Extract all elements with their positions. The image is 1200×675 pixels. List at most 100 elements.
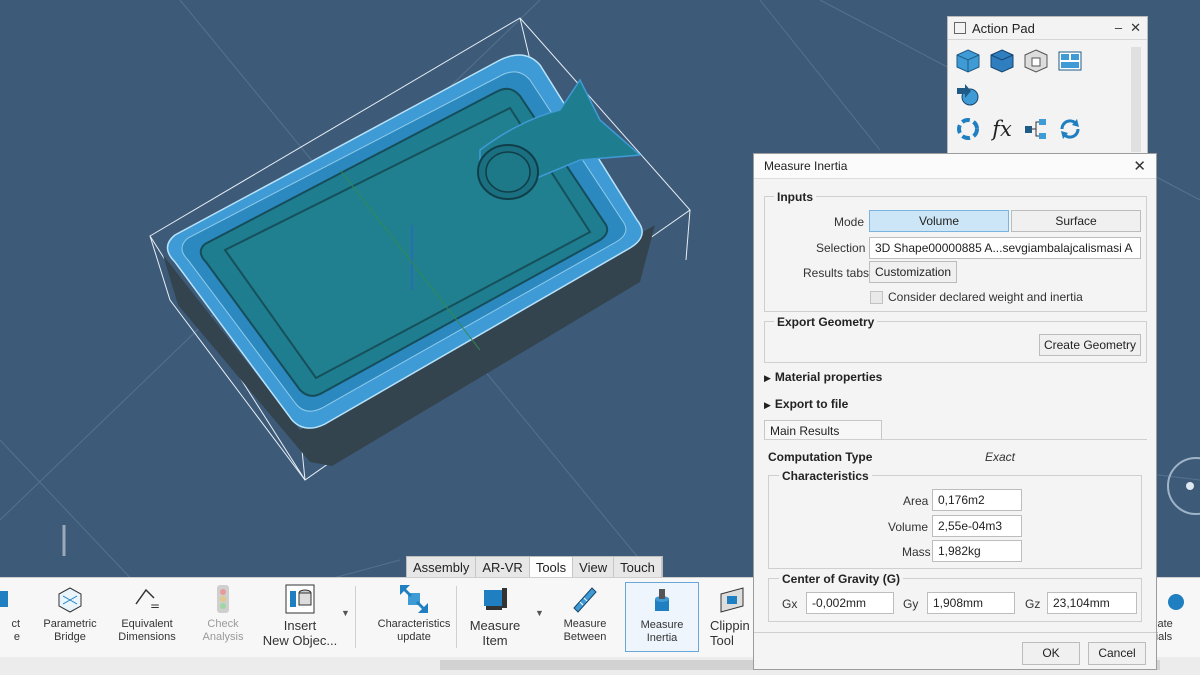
formula-label: fx — [992, 117, 1012, 141]
ribbon-button-label: Measure Inertia — [640, 619, 684, 644]
export-to-file-label: Export to file — [774, 397, 849, 411]
ribbon-tabs: Assembly AR-VR Tools View Touch — [406, 556, 663, 578]
export-geometry-label: Export Geometry — [774, 315, 878, 329]
measure-item-icon — [462, 582, 528, 616]
check-analysis-button[interactable]: Check Analysis — [194, 582, 252, 652]
area-label: Area — [903, 494, 929, 508]
volume-label: Volume — [888, 520, 929, 534]
measure-inertia-dialog: Measure Inertia ✕ Inputs Mode Volume Sur… — [753, 153, 1157, 670]
characteristics-label: Characteristics — [779, 469, 872, 483]
ribbon-button-label: Check Analysis — [202, 618, 244, 643]
action-pad-panel: Action Pad – ✕ fx — [947, 16, 1148, 156]
tab-tools[interactable]: Tools — [529, 557, 574, 578]
equivalent-dimensions-icon: = — [112, 582, 182, 616]
cancel-button[interactable]: Cancel — [1088, 642, 1146, 665]
gy-value: 1,908mm — [927, 592, 1015, 614]
parametric-bridge-button[interactable]: Parametric Bridge — [38, 582, 102, 652]
results-tabs-label: Results tabs — [803, 266, 870, 280]
gx-value: -0,002mm — [806, 592, 894, 614]
ribbon-separator — [456, 586, 457, 648]
gz-value: 23,104mm — [1047, 592, 1137, 614]
volume-value: 2,55e-04m3 — [932, 515, 1022, 537]
close-icon[interactable]: ✕ — [1133, 157, 1146, 175]
export-to-file-expander[interactable]: ▶ Export to file — [764, 397, 848, 411]
ribbon-separator — [355, 586, 356, 648]
characteristics-update-button[interactable]: Characteristics update — [374, 582, 454, 652]
close-icon[interactable]: ✕ — [1130, 20, 1141, 36]
consider-declared-checkbox[interactable] — [870, 291, 883, 304]
chevron-right-icon: ▶ — [764, 373, 771, 383]
ribbon-button-label: Equivalent Dimensions — [118, 618, 176, 643]
tree-icon[interactable] — [1022, 115, 1050, 143]
refresh-icon[interactable] — [1056, 115, 1084, 143]
inputs-group-label: Inputs — [774, 190, 816, 204]
tab-divider — [764, 439, 1147, 440]
computation-type-value: Exact — [985, 450, 1016, 464]
mass-value: 1,982kg — [932, 540, 1022, 562]
minimize-icon[interactable]: – — [1115, 20, 1122, 36]
material-properties-label: Material properties — [774, 370, 883, 384]
materials-button[interactable]: cate rials — [1152, 582, 1200, 652]
area-value: 0,176m2 — [932, 489, 1022, 511]
gy-label: Gy — [903, 597, 919, 611]
part-body-icon[interactable] — [954, 47, 982, 75]
selection-field[interactable]: 3D Shape00000885 A...sevgiambalajcalisma… — [869, 237, 1141, 259]
gx-label: Gx — [782, 597, 798, 611]
material-properties-expander[interactable]: ▶ Material properties — [764, 370, 882, 384]
chevron-right-icon: ▶ — [764, 400, 771, 410]
customization-button[interactable]: Customization — [869, 261, 957, 283]
ribbon-button-label: Clippin Tool — [710, 618, 750, 648]
ribbon-button-truncated[interactable]: ct e — [0, 582, 20, 652]
mode-volume-button[interactable]: Volume — [869, 210, 1009, 232]
tab-main-results[interactable]: Main Results — [764, 420, 882, 440]
center-of-gravity-label: Center of Gravity (G) — [779, 572, 904, 586]
chevron-down-icon[interactable]: ▼ — [535, 608, 544, 618]
solid-body-icon[interactable] — [988, 47, 1016, 75]
clipping-tool-button[interactable]: Clippin Tool — [710, 582, 754, 652]
consider-declared-label: Consider declared weight and inertia — [888, 290, 1083, 304]
measure-inertia-icon — [626, 583, 698, 617]
action-pad-title: Action Pad — [972, 20, 1035, 36]
characteristics-update-icon — [374, 582, 454, 616]
ribbon-button-label: Measure Between — [563, 618, 607, 643]
footer-divider — [754, 632, 1156, 633]
measure-between-icon — [555, 582, 615, 616]
ribbon-button-label: Characteristics update — [377, 618, 451, 643]
insert-arrow-icon[interactable] — [954, 81, 982, 109]
truncated-icon — [0, 582, 20, 616]
measure-inertia-button[interactable]: Measure Inertia — [625, 582, 699, 652]
ok-button[interactable]: OK — [1022, 642, 1080, 665]
compass-icon[interactable] — [1167, 457, 1200, 515]
create-geometry-button[interactable]: Create Geometry — [1039, 334, 1141, 356]
ribbon-button-label: Parametric Bridge — [43, 618, 97, 643]
measure-between-button[interactable]: Measure Between — [555, 582, 615, 652]
svg-text:=: = — [150, 599, 160, 613]
selection-label: Selection — [816, 241, 866, 255]
parametric-bridge-icon — [38, 582, 102, 616]
insert-new-object-button[interactable]: Insert New Objec... — [262, 582, 338, 652]
chevron-down-icon[interactable]: ▼ — [341, 608, 350, 618]
gz-label: Gz — [1025, 597, 1041, 611]
formula-icon[interactable]: fx — [988, 115, 1016, 143]
mass-label: Mass — [902, 545, 931, 559]
insert-object-icon — [262, 582, 338, 616]
tab-view[interactable]: View — [573, 557, 615, 578]
measure-item-button[interactable]: Measure Item — [462, 582, 528, 652]
equivalent-dimensions-button[interactable]: = Equivalent Dimensions — [112, 582, 182, 652]
dialog-titlebar[interactable]: Measure Inertia ✕ — [754, 154, 1156, 179]
action-pad-titlebar[interactable]: Action Pad – ✕ — [948, 17, 1147, 40]
computation-type-label: Computation Type — [768, 450, 873, 464]
rotate-icon[interactable] — [954, 115, 982, 143]
tab-ar-vr[interactable]: AR-VR — [476, 557, 530, 578]
mode-label: Mode — [834, 215, 865, 229]
tab-assembly[interactable]: Assembly — [407, 557, 477, 578]
action-pad-grip-icon — [954, 22, 966, 34]
mode-surface-button[interactable]: Surface — [1011, 210, 1141, 232]
ribbon-button-label: Insert New Objec... — [262, 618, 338, 648]
dialog-title: Measure Inertia — [764, 159, 848, 173]
layout-icon[interactable] — [1056, 47, 1084, 75]
tab-touch[interactable]: Touch — [614, 557, 662, 578]
shell-icon[interactable] — [1022, 47, 1050, 75]
action-pad-scrollbar[interactable] — [1131, 47, 1141, 152]
ribbon-button-label: ct e — [11, 618, 20, 643]
